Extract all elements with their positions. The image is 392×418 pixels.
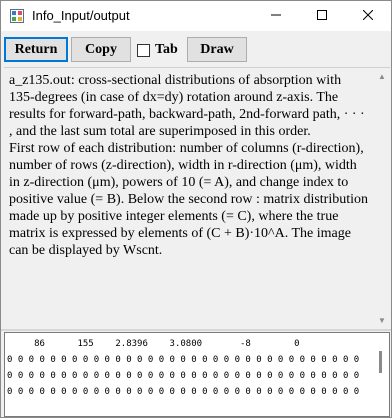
toolbar: Return Copy Tab Draw bbox=[1, 32, 391, 66]
info-text-pane[interactable]: a_z135.out: cross-sectional distribution… bbox=[4, 67, 390, 330]
minimize-button[interactable] bbox=[253, 1, 299, 31]
data-row: 0 0 0 0 0 0 0 0 0 0 0 0 0 0 0 0 0 0 0 0 … bbox=[7, 355, 360, 365]
close-icon bbox=[362, 7, 374, 25]
close-button[interactable] bbox=[345, 1, 391, 31]
window-title: Info_Input/output bbox=[32, 8, 130, 23]
data-header-row: 86 155 2.8396 3.0800 -8 0 bbox=[7, 339, 300, 349]
data-output-scrollbar[interactable] bbox=[379, 351, 382, 373]
maximize-icon bbox=[317, 7, 327, 25]
maximize-button[interactable] bbox=[299, 1, 345, 31]
tab-checkbox-label[interactable]: Tab bbox=[155, 42, 178, 58]
scroll-up-icon[interactable]: ▲ bbox=[374, 68, 390, 84]
scroll-down-icon[interactable]: ▼ bbox=[374, 312, 390, 328]
minimize-icon bbox=[271, 7, 281, 25]
pane-splitter[interactable] bbox=[1, 329, 391, 331]
app-icon bbox=[10, 9, 24, 23]
data-output-pane[interactable]: 86 155 2.8396 3.0800 -8 0 0 0 0 0 0 0 0 0… bbox=[4, 332, 390, 417]
copy-button[interactable]: Copy bbox=[71, 37, 131, 62]
tab-checkbox-group[interactable]: Tab bbox=[137, 42, 178, 58]
info-paragraph-1: a_z135.out: cross-sectional distribution… bbox=[9, 73, 365, 139]
info-paragraph-2: First row of each distribution: number o… bbox=[9, 141, 369, 258]
title-bar[interactable]: Info_Input/output bbox=[1, 1, 391, 31]
draw-button[interactable]: Draw bbox=[187, 37, 247, 62]
data-row: 0 0 0 0 0 0 0 0 0 0 0 0 0 0 0 0 0 0 0 0 … bbox=[7, 387, 360, 397]
info-text-scrollbar[interactable]: ▲ ▼ bbox=[374, 68, 390, 330]
info-text: a_z135.out: cross-sectional distribution… bbox=[9, 72, 369, 259]
data-row: 0 0 0 0 0 0 0 0 0 0 0 0 0 0 0 0 0 0 0 0 … bbox=[7, 371, 360, 381]
app-window: Info_Input/output Return Copy Tab Draw a bbox=[0, 0, 392, 418]
return-button[interactable]: Return bbox=[4, 37, 68, 62]
tab-checkbox[interactable] bbox=[137, 43, 150, 57]
data-output-text: 86 155 2.8396 3.0800 -8 0 0 0 0 0 0 0 0 0… bbox=[7, 336, 377, 400]
